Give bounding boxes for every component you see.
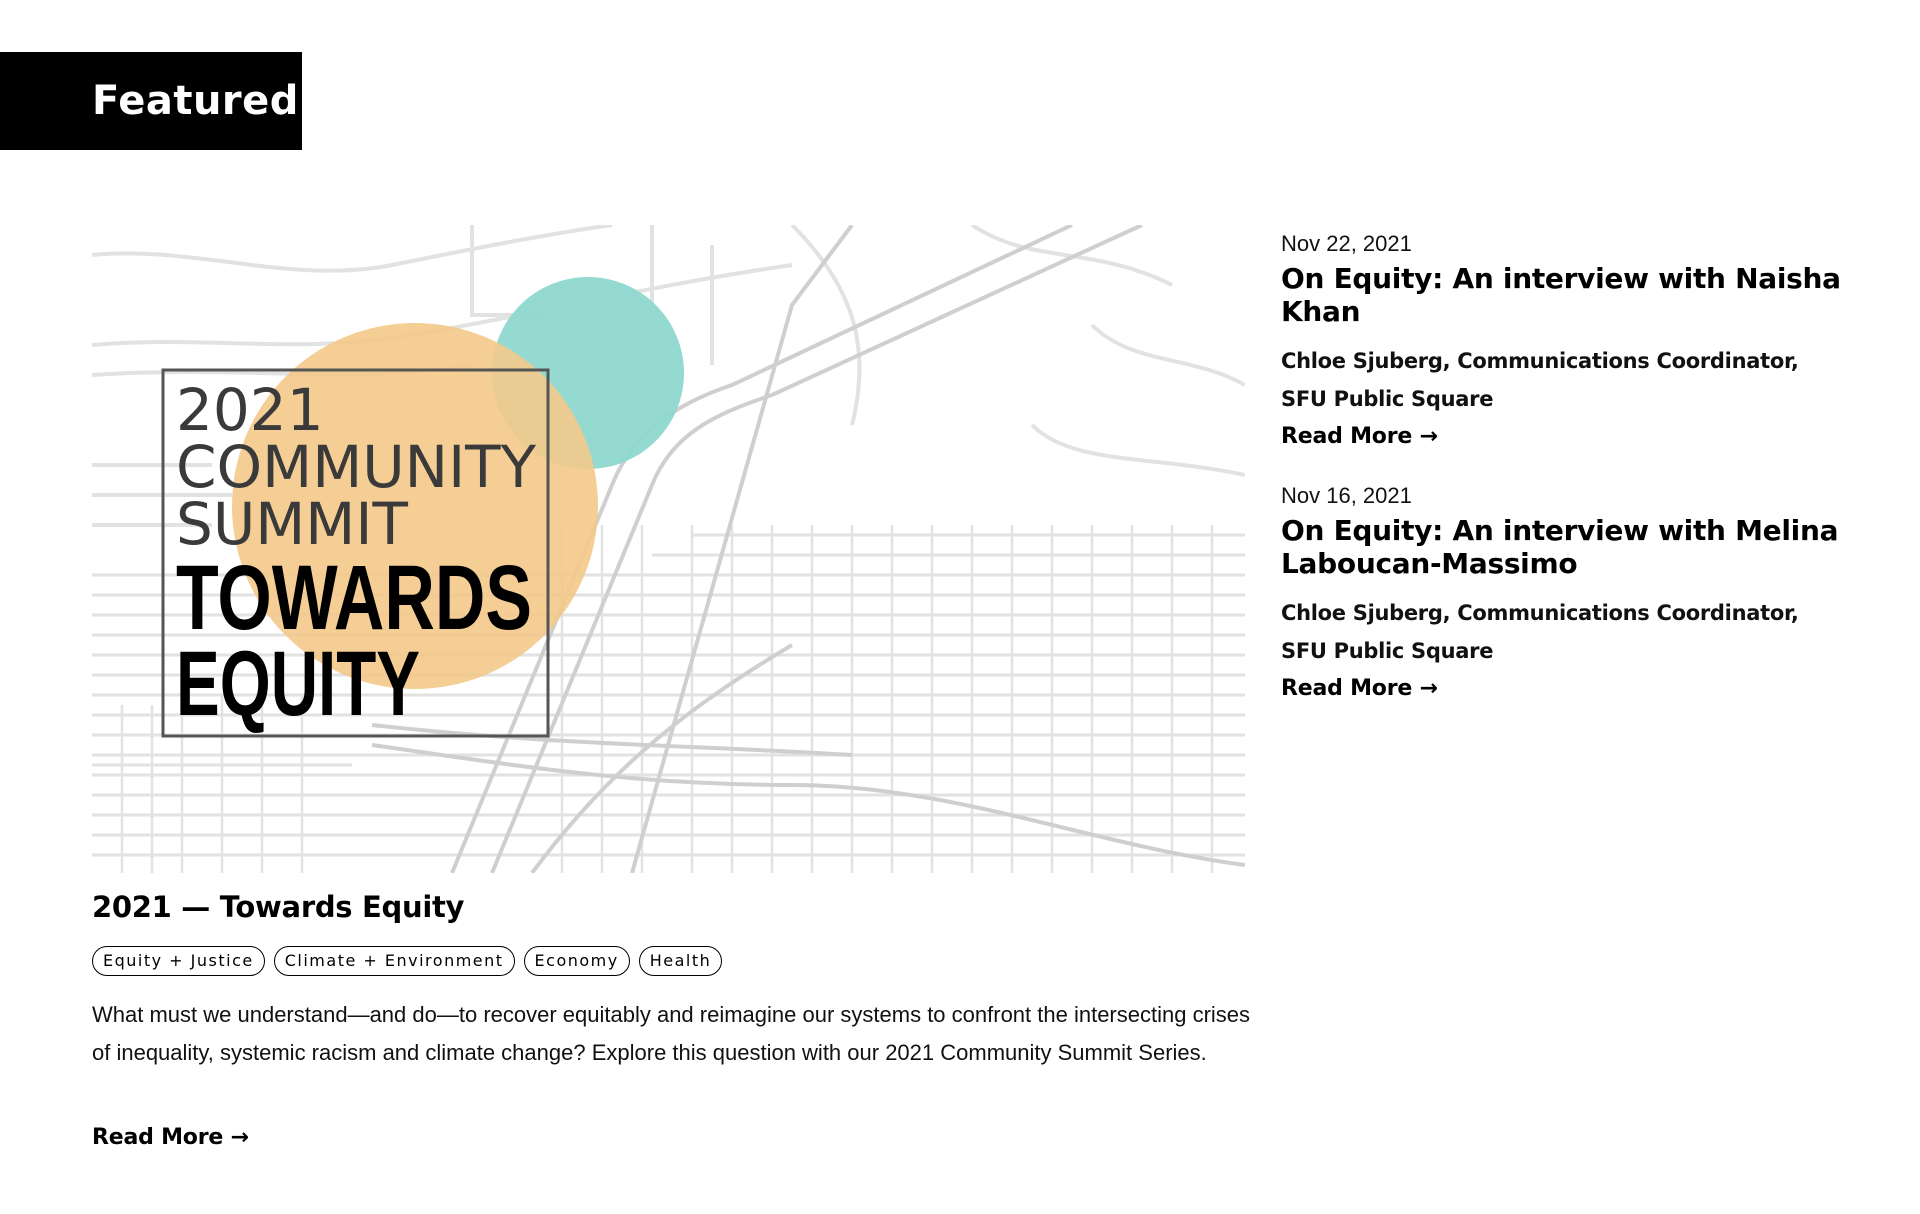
tag-health[interactable]: Health xyxy=(638,946,723,976)
article-author: Chloe Sjuberg, Communications Coordinato… xyxy=(1281,349,1799,411)
section-heading: Featured xyxy=(0,52,302,150)
tag-climate-environment[interactable]: Climate + Environment xyxy=(273,946,515,976)
article-date: Nov 22, 2021 xyxy=(1281,231,1412,256)
article-title-link[interactable]: On Equity: An interview with Naisha Khan xyxy=(1281,262,1841,328)
tag-economy[interactable]: Economy xyxy=(523,946,630,976)
tag-equity-justice[interactable]: Equity + Justice xyxy=(92,946,265,976)
feature-image[interactable]: 2021 COMMUNITY SUMMIT TOWARDS EQUITY xyxy=(92,225,1245,873)
featured-section: Featured 2021 COMMUNITY SUMMIT TOWARDS E… xyxy=(0,0,1920,1214)
article-date: Nov 16, 2021 xyxy=(1281,483,1412,508)
article-title-link[interactable]: On Equity: An interview with Melina Labo… xyxy=(1281,514,1841,580)
tag-list: Equity + Justice Climate + Environment E… xyxy=(92,946,723,976)
article-read-more-link[interactable]: Read More → xyxy=(1281,672,1438,706)
feature-read-more-link[interactable]: Read More → xyxy=(92,1125,249,1150)
article-list: Nov 22, 2021 On Equity: An interview wit… xyxy=(1281,230,1841,734)
list-item: Nov 22, 2021 On Equity: An interview wit… xyxy=(1281,230,1841,454)
feature-title[interactable]: 2021 — Towards Equity xyxy=(92,890,464,924)
list-item: Nov 16, 2021 On Equity: An interview wit… xyxy=(1281,482,1841,706)
feature-description: What must we understand—and do—to recove… xyxy=(92,1002,1251,1065)
summit-line-equity: EQUITY xyxy=(176,633,420,735)
article-author: Chloe Sjuberg, Communications Coordinato… xyxy=(1281,601,1799,663)
article-read-more-link[interactable]: Read More → xyxy=(1281,420,1438,454)
